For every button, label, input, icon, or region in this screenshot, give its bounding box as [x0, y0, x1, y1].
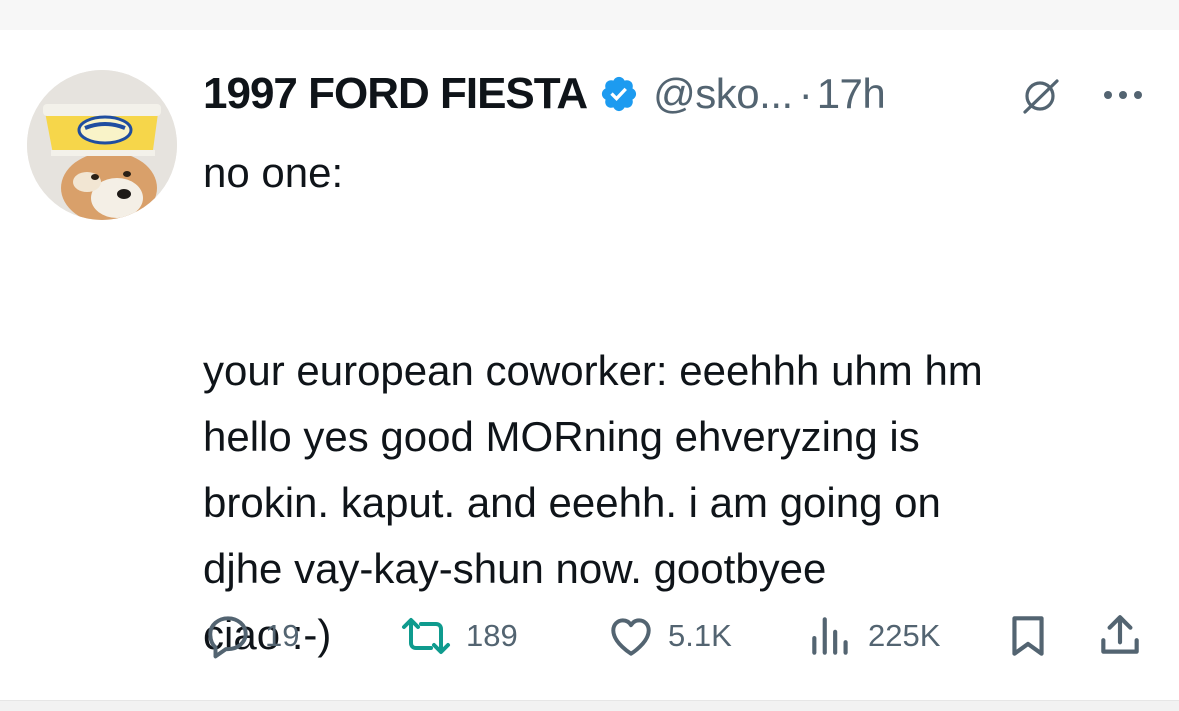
reply-button[interactable]: 19 — [203, 606, 299, 666]
bookmark-icon — [1012, 616, 1044, 656]
views-icon — [812, 617, 848, 655]
heart-icon — [611, 618, 651, 656]
verified-badge-icon — [599, 74, 639, 114]
share-button[interactable] — [1095, 606, 1145, 666]
tweet-text: no one: your european coworker: eeehhh u… — [203, 140, 1163, 668]
handle[interactable]: @sko... — [653, 70, 793, 118]
views-count: 225K — [868, 618, 941, 653]
tweet-text-line: no one: — [203, 149, 344, 196]
avatar-image — [27, 70, 177, 220]
reply-count: 19 — [265, 618, 300, 653]
retweet-count: 189 — [466, 618, 518, 653]
timestamp[interactable]: 17h — [817, 70, 886, 118]
separator-dot: · — [798, 70, 813, 117]
like-count: 5.1K — [668, 618, 732, 653]
tweet-text-line: your european coworker: eeehhh uhm hm — [203, 347, 983, 394]
reply-icon — [208, 616, 248, 659]
display-name[interactable]: 1997 FORD FIESTA — [203, 69, 588, 119]
tweet-text-line: djhe vay-kay-shun now. gootbyee — [203, 545, 827, 592]
retweet-button[interactable]: 189 — [398, 606, 518, 666]
top-strip — [0, 0, 1179, 30]
tweet-text-line: brokin. kaput. and eeehh. i am going on — [203, 479, 941, 526]
views-button[interactable]: 225K — [806, 606, 940, 666]
like-button[interactable]: 5.1K — [606, 606, 732, 666]
avatar[interactable] — [27, 70, 177, 220]
grok-icon[interactable] — [1021, 76, 1061, 116]
retweet-icon — [402, 618, 450, 654]
share-icon — [1101, 615, 1139, 654]
tweet-text-line: hello yes good MORning ehveryzing is — [203, 413, 920, 460]
bottom-edge — [0, 700, 1179, 711]
bookmark-button[interactable] — [1003, 606, 1053, 666]
tweet-header: 1997 FORD FIESTA @sko... · 17h — [203, 66, 886, 122]
tweet-text-blank — [203, 206, 1163, 338]
more-icon[interactable] — [1100, 80, 1146, 110]
action-bar: 19 189 5.1K 225K — [0, 606, 1179, 666]
